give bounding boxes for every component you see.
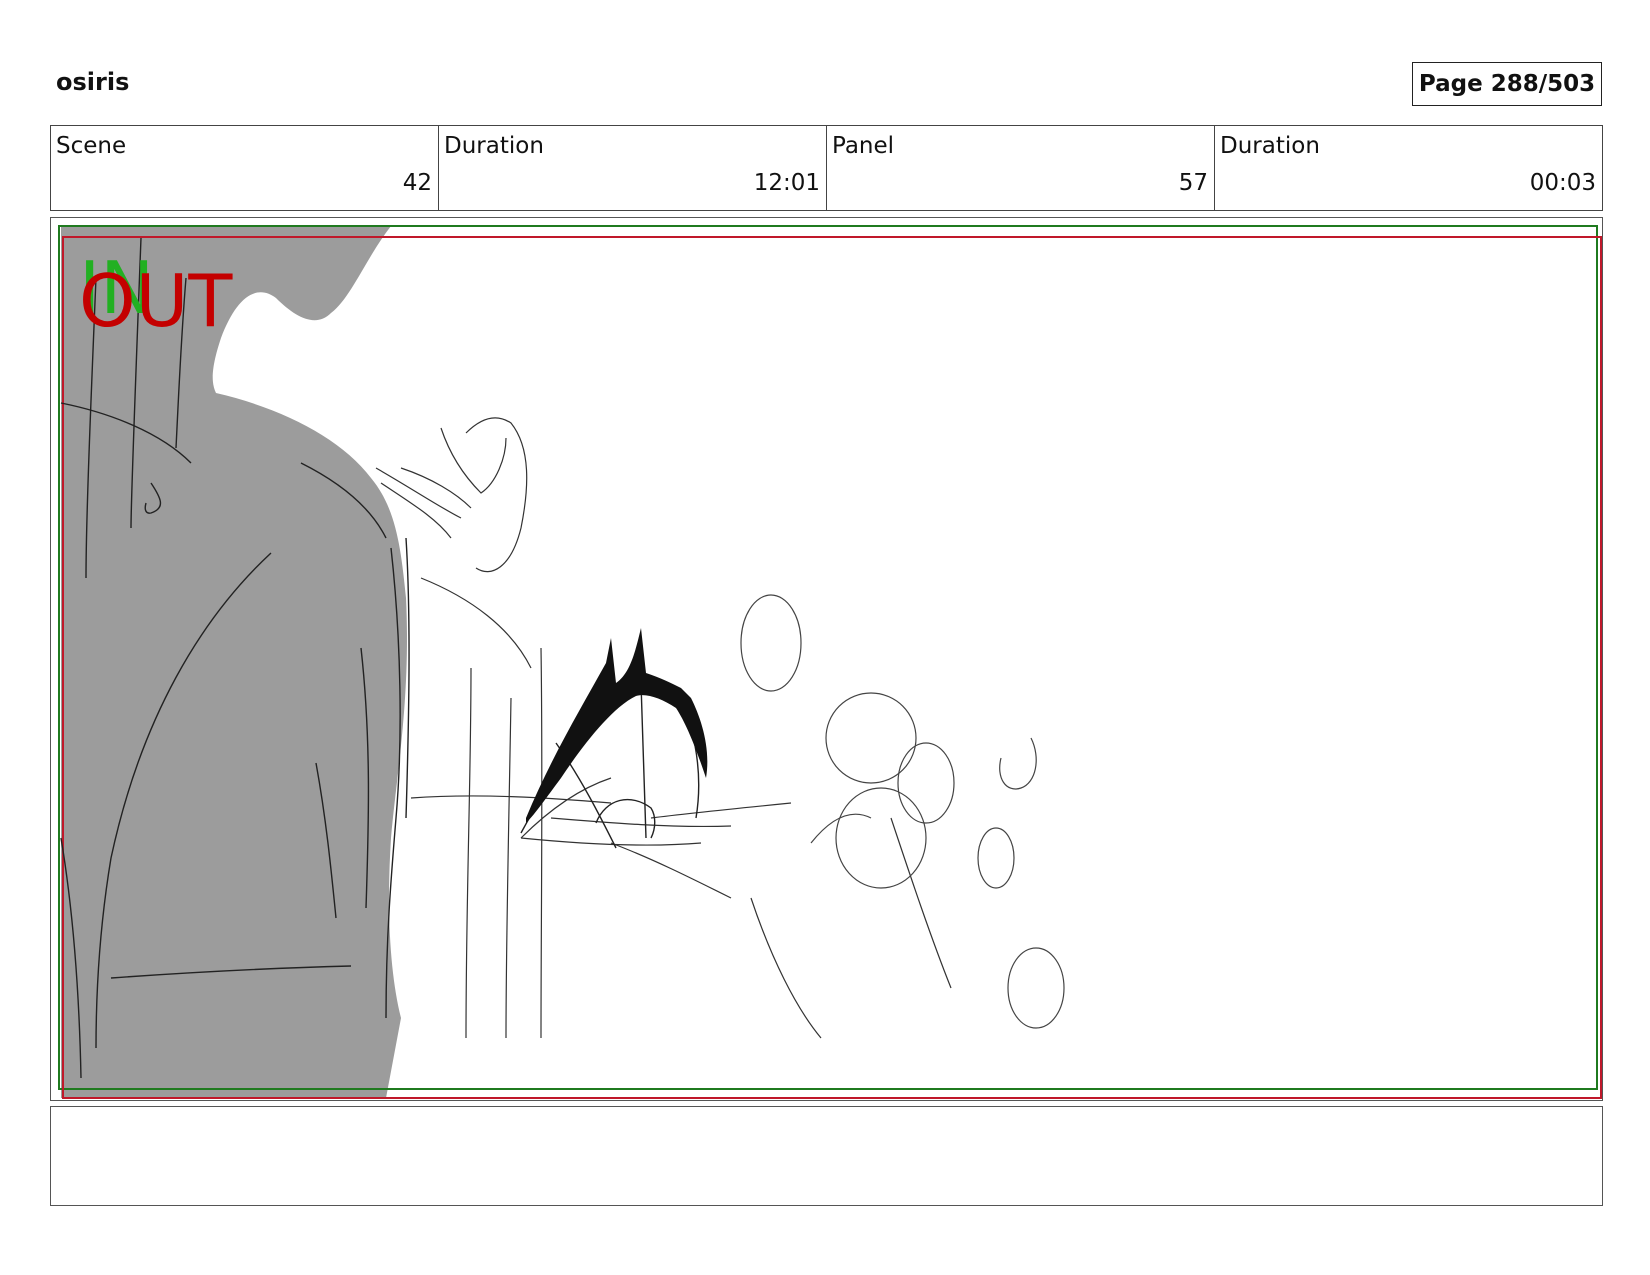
project-title: osiris [56,68,130,96]
panel-value: 57 [1178,170,1208,196]
panel-caption-box [50,1106,1603,1206]
panel-label: Panel [832,133,895,159]
panel-duration-cell: Duration 00:03 [1215,126,1602,210]
figure-sketch-lines [375,417,952,1039]
out-marker: OUT [79,259,233,343]
scene-duration-label: Duration [444,133,544,159]
scene-duration-cell: Duration 12:01 [439,126,827,210]
scene-label: Scene [56,133,127,159]
panel-cell: Panel 57 [827,126,1215,210]
scene-duration-value: 12:01 [753,170,820,196]
page-indicator: Page 288/503 [1412,62,1602,106]
scene-value: 42 [402,170,432,196]
panel-duration-value: 00:03 [1529,170,1596,196]
panel-info-row: Scene 42 Duration 12:01 Panel 57 Duratio… [50,125,1603,211]
foreground-silhouette [61,226,408,1098]
scene-cell: Scene 42 [51,126,439,210]
panel-duration-label: Duration [1220,133,1320,159]
hand-ink-shadow [526,628,708,823]
panel-sketch: IN OUT [58,225,1602,1099]
storyboard-panel: IN OUT [50,217,1603,1101]
bubble-circles [740,594,1065,1029]
